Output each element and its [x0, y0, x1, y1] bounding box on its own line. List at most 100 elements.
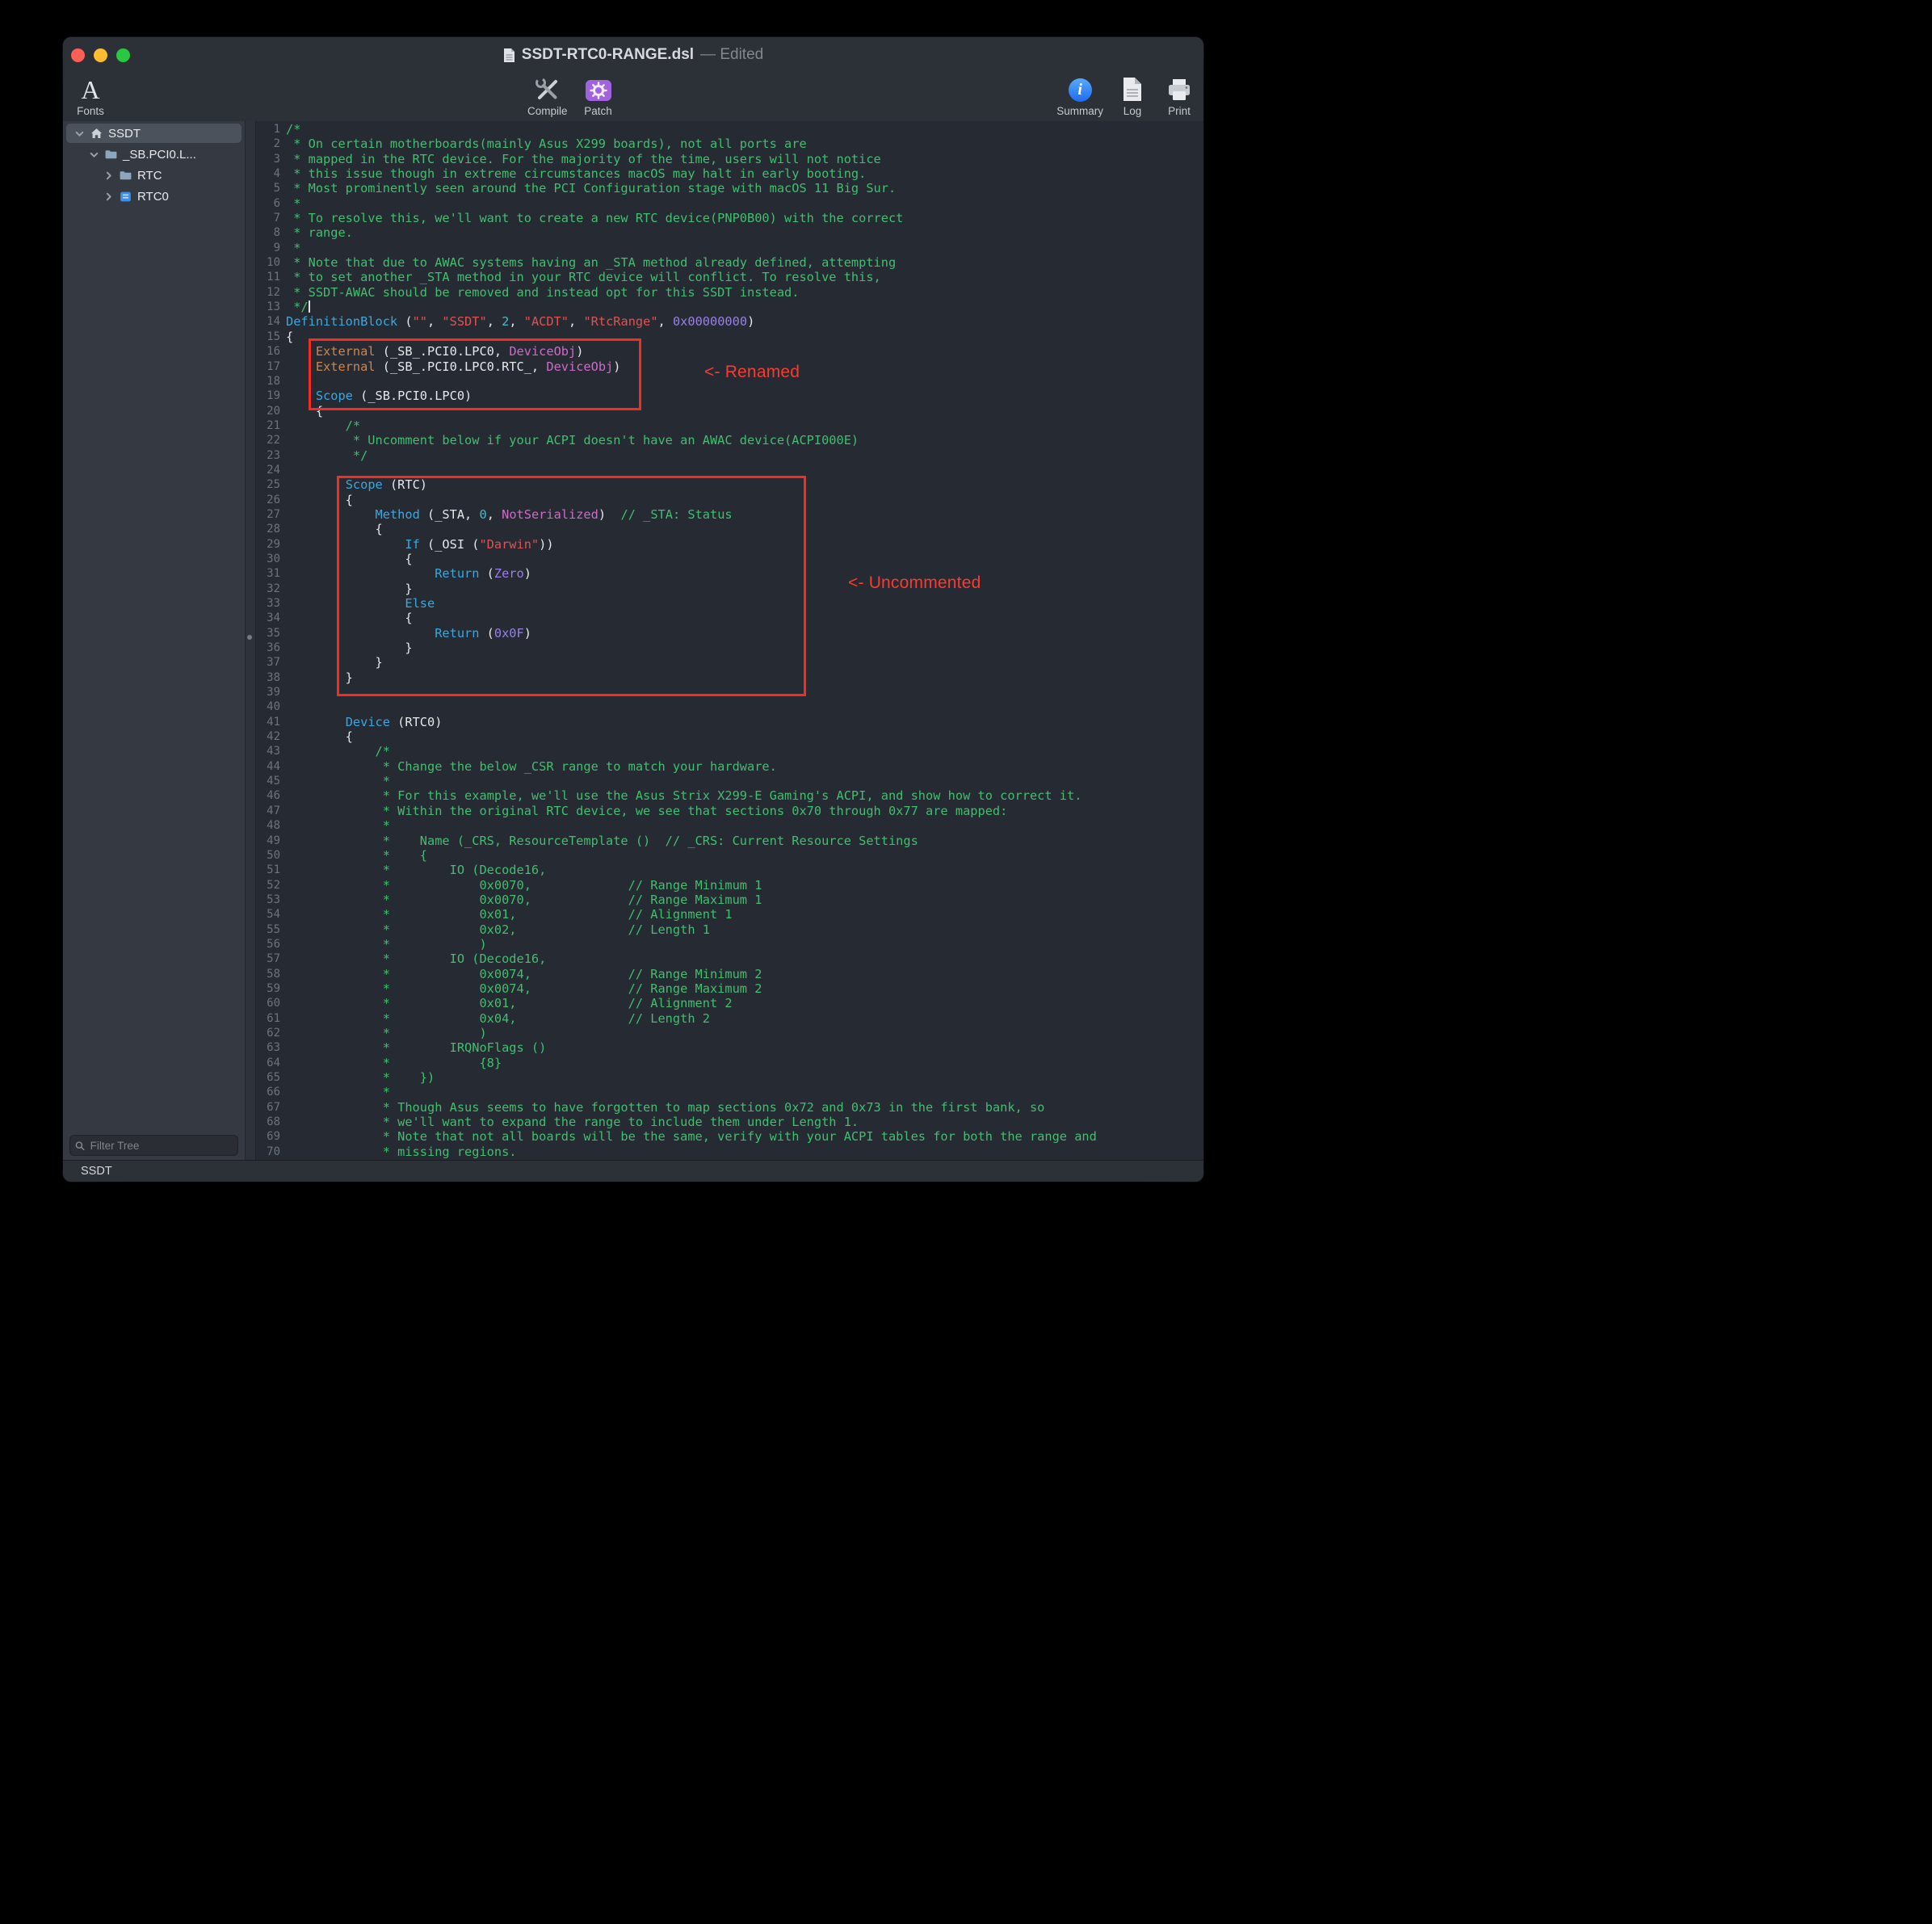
code-line: 9 *: [256, 241, 1097, 255]
line-number: 63: [256, 1040, 280, 1055]
fonts-button[interactable]: A Fonts: [73, 75, 108, 117]
filter-field[interactable]: [69, 1135, 238, 1156]
line-number: 50: [256, 848, 280, 863]
code-line: 31 Return (Zero): [256, 566, 1097, 581]
code-line: 27 Method (_STA, 0, NotSerialized) // _S…: [256, 507, 1097, 522]
line-number: 40: [256, 699, 280, 714]
code-line: 22 * Uncomment below if your ACPI doesn'…: [256, 433, 1097, 447]
code-line: 11 * to set another _STA method in your …: [256, 270, 1097, 284]
window-edited-badge: — Edited: [700, 46, 763, 64]
summary-button[interactable]: i Summary: [1056, 75, 1103, 117]
line-number: 18: [256, 374, 280, 389]
line-number: 70: [256, 1145, 280, 1159]
filter-input[interactable]: [89, 1139, 233, 1153]
print-label: Print: [1168, 105, 1191, 117]
line-number: 51: [256, 863, 280, 877]
code-line: 60 * 0x01, // Alignment 2: [256, 996, 1097, 1010]
folder-icon: [104, 148, 118, 162]
code-line: 44 * Change the below _CSR range to matc…: [256, 759, 1097, 774]
code-line: 32 }: [256, 582, 1097, 596]
line-number: 25: [256, 477, 280, 492]
code-line: 67 * Though Asus seems to have forgotten…: [256, 1100, 1097, 1115]
minimize-button[interactable]: [94, 48, 107, 62]
code-line: 6 *: [256, 196, 1097, 211]
line-number: 47: [256, 804, 280, 818]
line-number: 43: [256, 744, 280, 758]
print-button[interactable]: Print: [1161, 75, 1197, 117]
chevron-right-icon[interactable]: [103, 191, 114, 202]
info-icon: i: [1069, 78, 1092, 102]
line-number: 41: [256, 715, 280, 729]
line-number: 21: [256, 418, 280, 433]
code-line: 2 * On certain motherboards(mainly Asus …: [256, 137, 1097, 151]
patch-button[interactable]: Patch: [581, 75, 616, 117]
sidebar-item-rtc[interactable]: RTC: [63, 165, 245, 186]
line-number: 28: [256, 522, 280, 536]
code-line: 54 * 0x01, // Alignment 1: [256, 907, 1097, 922]
code-area: 1/*2 * On certain motherboards(mainly As…: [256, 122, 1097, 1159]
line-number: 34: [256, 611, 280, 625]
line-number: 19: [256, 389, 280, 403]
line-number: 11: [256, 270, 280, 284]
code-line: 15{: [256, 330, 1097, 344]
line-number: 22: [256, 433, 280, 447]
line-number: 69: [256, 1129, 280, 1144]
document-proxy-icon: [503, 48, 515, 63]
code-line: 28 {: [256, 522, 1097, 536]
line-number: 33: [256, 596, 280, 611]
folder-icon: [119, 169, 132, 183]
code-line: 68 * we'll want to expand the range to i…: [256, 1115, 1097, 1129]
code-line: 14DefinitionBlock ("", "SSDT", 2, "ACDT"…: [256, 314, 1097, 329]
code-line: 51 * IO (Decode16,: [256, 863, 1097, 877]
line-number: 44: [256, 759, 280, 774]
line-number: 30: [256, 552, 280, 566]
line-number: 2: [256, 137, 280, 151]
line-number: 48: [256, 818, 280, 833]
chevron-down-icon[interactable]: [89, 149, 99, 160]
line-number: 49: [256, 834, 280, 848]
zoom-button[interactable]: [116, 48, 130, 62]
compile-button[interactable]: Compile: [527, 75, 568, 117]
split-divider[interactable]: [245, 121, 256, 1161]
toolbar: A Fonts Compile: [63, 73, 1203, 122]
chevron-right-icon[interactable]: [103, 170, 114, 181]
line-number: 67: [256, 1100, 280, 1115]
status-path: SSDT: [81, 1165, 112, 1178]
line-number: 15: [256, 330, 280, 344]
sidebar-item-rtc0[interactable]: RTC0: [63, 186, 245, 207]
code-line: 26 {: [256, 493, 1097, 507]
close-button[interactable]: [71, 48, 85, 62]
line-number: 26: [256, 493, 280, 507]
code-line: 7 * To resolve this, we'll want to creat…: [256, 211, 1097, 225]
line-number: 5: [256, 181, 280, 195]
code-line: 69 * Note that not all boards will be th…: [256, 1129, 1097, 1144]
split-handle[interactable]: [247, 635, 252, 640]
code-line: 48 *: [256, 818, 1097, 833]
line-number: 1: [256, 122, 280, 137]
log-button[interactable]: Log: [1115, 75, 1150, 117]
code-line: 55 * 0x02, // Length 1: [256, 922, 1097, 937]
chevron-down-icon[interactable]: [74, 128, 85, 139]
line-number: 46: [256, 788, 280, 803]
traffic-lights: [71, 37, 130, 73]
text-caret: [309, 300, 310, 313]
code-line: 46 * For this example, we'll use the Asu…: [256, 788, 1097, 803]
sidebar-item-ssdt[interactable]: SSDT: [63, 123, 245, 144]
code-line: 16 External (_SB_.PCI0.LPC0, DeviceObj): [256, 344, 1097, 359]
sidebar-item-sbpci0l[interactable]: _SB.PCI0.L...: [63, 144, 245, 165]
line-number: 4: [256, 166, 280, 181]
line-number: 27: [256, 507, 280, 522]
code-line: 8 * range.: [256, 225, 1097, 240]
code-line: 38 }: [256, 670, 1097, 685]
log-label: Log: [1124, 105, 1142, 117]
compile-tools-icon: [534, 75, 561, 104]
search-icon: [75, 1141, 85, 1151]
code-line: 13 */: [256, 300, 1097, 314]
code-line: 4 * this issue though in extreme circums…: [256, 166, 1097, 181]
line-number: 52: [256, 878, 280, 893]
code-line: 61 * 0x04, // Length 2: [256, 1011, 1097, 1026]
code-editor[interactable]: 1/*2 * On certain motherboards(mainly As…: [256, 121, 1203, 1161]
code-line: 63 * IRQNoFlags (): [256, 1040, 1097, 1055]
line-number: 60: [256, 996, 280, 1010]
code-line: 19 Scope (_SB.PCI0.LPC0): [256, 389, 1097, 403]
